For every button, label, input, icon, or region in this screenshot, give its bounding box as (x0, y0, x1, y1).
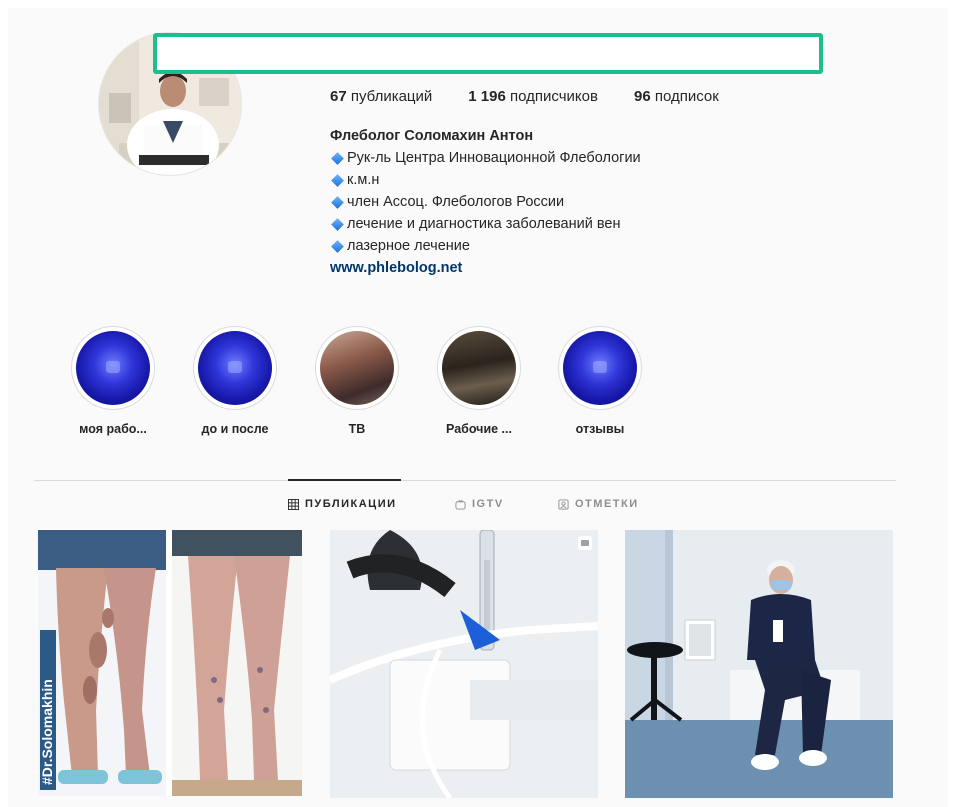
post-image-doctor (625, 530, 893, 798)
highlight-cover (442, 331, 516, 405)
highlight-ring (558, 326, 642, 410)
igtv-icon (455, 499, 466, 510)
highlight-label: моя рабо... (79, 422, 147, 436)
tagged-icon (558, 498, 569, 510)
post-image-iv-drip (330, 530, 598, 798)
stat-posts: 67 публикаций (330, 88, 432, 105)
bio-line-text: Рук-ль Центра Инновационной Флебологии (347, 150, 641, 166)
profile-full-name: Флеболог Соломахин Антон (330, 128, 534, 144)
blue-diamond-icon (331, 239, 344, 253)
story-highlight[interactable]: отзывы (550, 326, 650, 436)
stat-followers[interactable]: 1 196 подписчиков (468, 88, 598, 105)
stat-followers-count: 1 196 (468, 88, 506, 105)
bio-line: лазерное лечение (330, 235, 641, 257)
bio-line: лечение и диагностика заболеваний вен (330, 213, 641, 235)
tab-igtv-label: IGTV (472, 498, 504, 510)
profile-page: 67 публикаций 1 196 подписчиков 96 подпи… (8, 8, 948, 807)
tab-tagged[interactable]: ОТМЕТКИ (558, 498, 639, 510)
highlight-ring (315, 326, 399, 410)
highlight-cover (320, 331, 394, 405)
active-tab-indicator (288, 479, 401, 481)
tab-posts-label: ПУБЛИКАЦИИ (305, 498, 397, 510)
highlight-ring (437, 326, 521, 410)
bio-line: Рук-ль Центра Инновационной Флебологии (330, 147, 641, 169)
highlight-ring (71, 326, 155, 410)
stat-following-label: подписок (654, 88, 719, 105)
bio-line-text: лазерное лечение (347, 238, 470, 254)
highlight-cover (563, 331, 637, 405)
post-image-legs: #Dr.Solomakhin (38, 530, 302, 796)
highlight-label: отзывы (575, 422, 625, 436)
profile-website-link[interactable]: www.phlebolog.net (330, 257, 641, 279)
profile-bio: Флеболог Соломахин Антон Рук-ль Центра И… (330, 125, 641, 279)
post-thumbnail[interactable] (625, 530, 893, 798)
grid-icon (288, 498, 299, 510)
tab-tagged-label: ОТМЕТКИ (575, 498, 639, 510)
story-highlight[interactable]: до и после (185, 326, 285, 436)
highlight-label: ТВ (348, 422, 366, 436)
bio-line: к.м.н (330, 169, 641, 191)
blue-diamond-icon (331, 151, 344, 165)
highlight-ring (193, 326, 277, 410)
highlight-label: до и после (201, 422, 269, 436)
bio-line-text: к.м.н (347, 172, 380, 188)
post-thumbnail[interactable]: #Dr.Solomakhin (38, 530, 302, 796)
post-thumbnail[interactable] (330, 530, 598, 798)
bio-line-text: лечение и диагностика заболеваний вен (347, 216, 621, 232)
username-highlight-box (153, 33, 823, 74)
story-highlight[interactable]: моя рабо... (63, 326, 163, 436)
bio-line-text: член Ассоц. Флебологов России (347, 194, 565, 210)
highlight-cover (76, 331, 150, 405)
stat-followers-label: подписчиков (510, 88, 598, 105)
post-watermark: #Dr.Solomakhin (39, 679, 55, 785)
tab-posts[interactable]: ПУБЛИКАЦИИ (288, 498, 397, 510)
highlight-label: Рабочие ... (446, 422, 512, 436)
bio-line: член Ассоц. Флебологов России (330, 191, 641, 213)
profile-tabs: ПУБЛИКАЦИИ IGTV ОТМЕТКИ (8, 498, 948, 518)
profile-stats: 67 публикаций 1 196 подписчиков 96 подпи… (330, 88, 719, 105)
stat-posts-label: публикаций (350, 88, 433, 105)
stat-following[interactable]: 96 подписок (634, 88, 719, 105)
tabs-divider (34, 480, 896, 481)
stat-following-count: 96 (633, 88, 651, 105)
highlight-cover (198, 331, 272, 405)
blue-diamond-icon (331, 217, 344, 231)
blue-diamond-icon (331, 173, 344, 187)
stat-posts-count: 67 (330, 88, 347, 105)
story-highlight[interactable]: Рабочие ... (429, 326, 529, 436)
blue-diamond-icon (331, 195, 344, 209)
tab-igtv[interactable]: IGTV (455, 498, 504, 510)
story-highlight[interactable]: ТВ (307, 326, 407, 436)
